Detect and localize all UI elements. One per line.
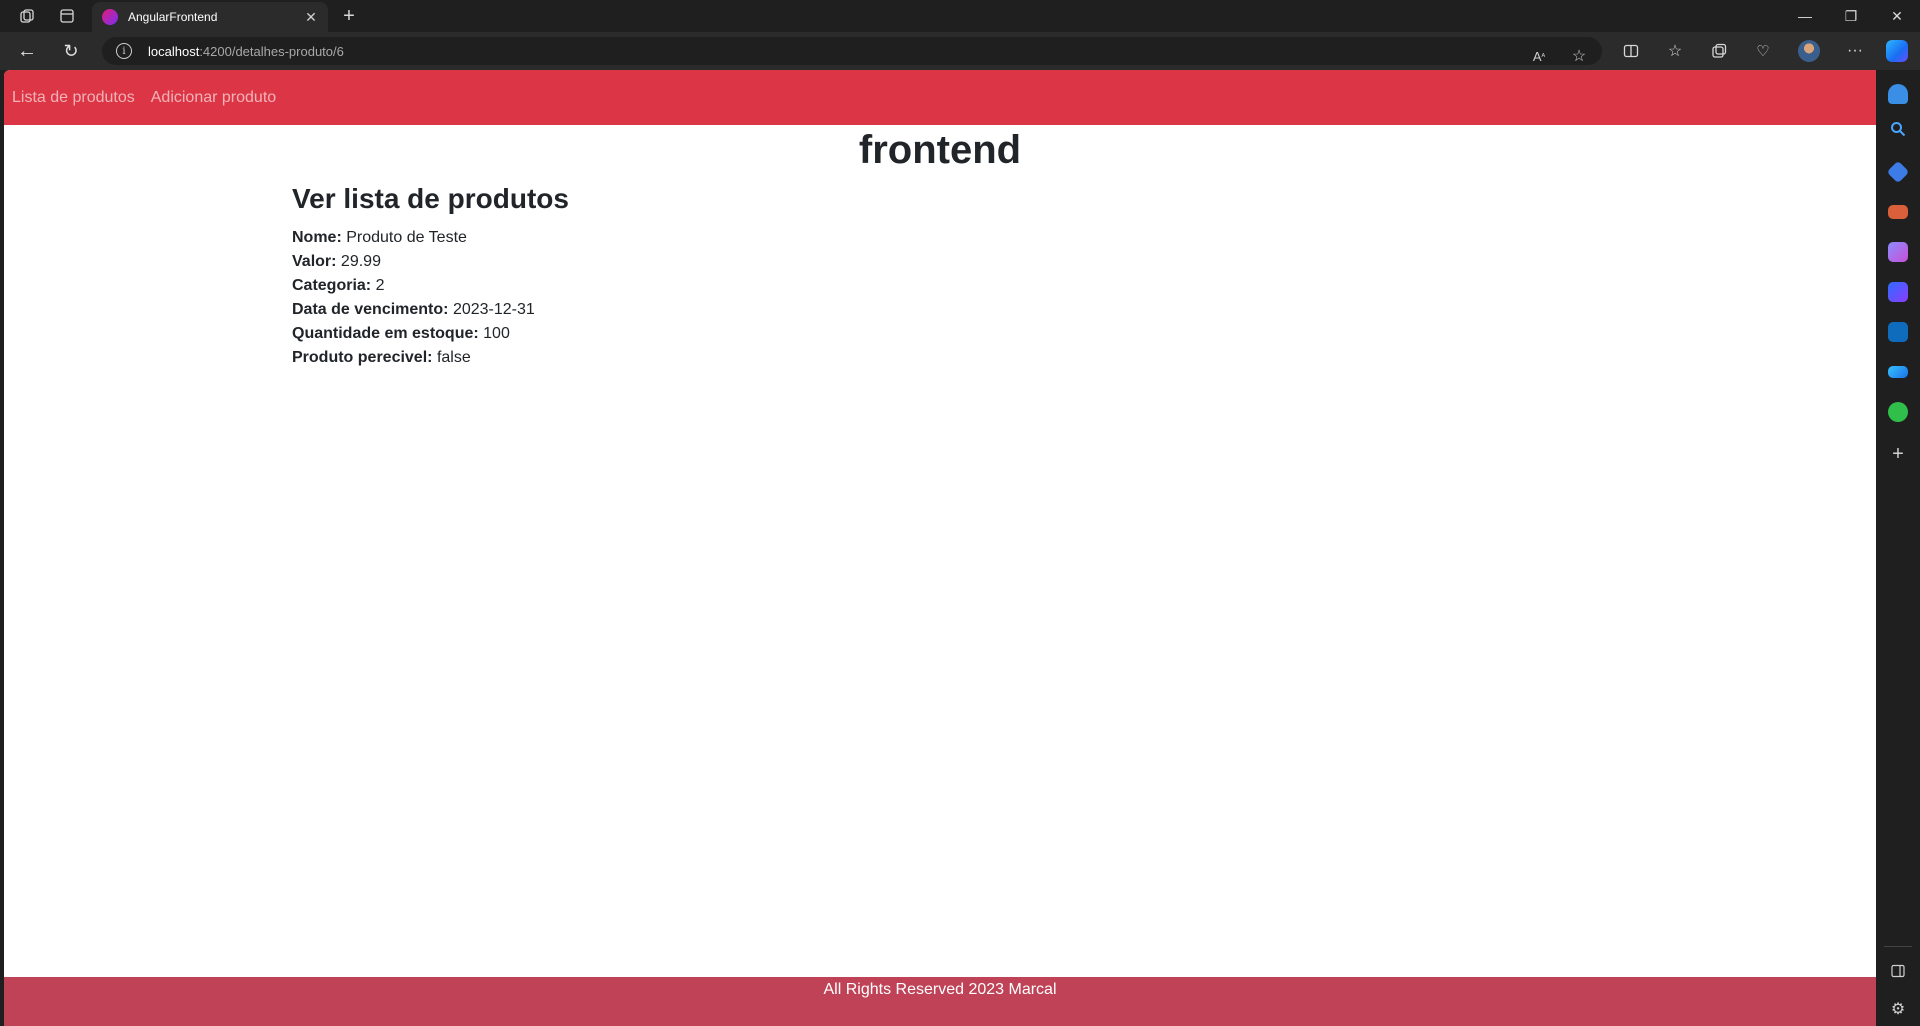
- copilot-icon[interactable]: [1882, 37, 1912, 65]
- nav-link-adicionar-produto[interactable]: Adicionar produto: [151, 89, 276, 107]
- app-title: frontend: [858, 128, 1022, 172]
- new-tab-icon[interactable]: +: [336, 4, 362, 28]
- tree-icon[interactable]: [1888, 402, 1908, 422]
- field-label: Valor:: [292, 252, 337, 270]
- field-value: Produto de Teste: [346, 228, 467, 246]
- field-value: 100: [483, 324, 510, 342]
- browser-toolbar: ← ↻ i localhost :4200/detalhes-produto/6…: [0, 32, 1920, 70]
- minimize-icon[interactable]: —: [1782, 0, 1828, 32]
- nav-link-lista-produtos[interactable]: Lista de produtos: [12, 89, 135, 107]
- field-label: Data de vencimento:: [292, 300, 449, 318]
- field-label: Categoria:: [292, 276, 372, 294]
- search-icon[interactable]: [1886, 118, 1910, 140]
- restore-icon[interactable]: ❐: [1828, 0, 1874, 32]
- url-host: localhost: [148, 43, 200, 59]
- bing-icon[interactable]: [1888, 282, 1908, 302]
- games-icon[interactable]: [1888, 242, 1908, 262]
- tab-actions-icon[interactable]: [54, 4, 80, 28]
- split-screen-icon[interactable]: [1616, 37, 1646, 65]
- app-navbar: Lista de produtos Adicionar produto: [4, 70, 1876, 125]
- sidebar-divider: [1884, 946, 1912, 947]
- url-path: :4200/detalhes-produto/6: [199, 43, 344, 59]
- refresh-icon[interactable]: ↻: [56, 37, 86, 65]
- page-viewport: Lista de produtos Adicionar produto fron…: [4, 70, 1876, 1026]
- profile-avatar[interactable]: [1794, 37, 1824, 65]
- field-value: false: [436, 348, 471, 366]
- edge-sidebar: + ⚙: [1876, 70, 1920, 1026]
- active-tab[interactable]: AngularFrontend ✕: [92, 2, 328, 32]
- field-value: 2: [375, 276, 385, 294]
- field-valor: Valor: 29.99: [292, 250, 1588, 274]
- sidebar-toggle-icon[interactable]: [1886, 960, 1910, 982]
- field-value: 29.99: [340, 252, 381, 270]
- tab-title: AngularFrontend: [128, 10, 218, 24]
- collections-icon[interactable]: [1704, 37, 1734, 65]
- close-tab-icon[interactable]: ✕: [302, 9, 320, 26]
- field-data-vencimento: Data de vencimento: 2023-12-31: [292, 298, 1588, 322]
- read-aloud-icon[interactable]: Aᴬ: [1528, 46, 1550, 66]
- field-label: Nome:: [292, 228, 342, 246]
- angular-favicon-icon: [102, 9, 118, 25]
- address-bar[interactable]: i localhost :4200/detalhes-produto/6 Aᴬ …: [102, 37, 1602, 65]
- site-info-icon[interactable]: i: [116, 43, 132, 59]
- shopping-icon[interactable]: [1886, 160, 1910, 184]
- field-quantidade-estoque: Quantidade em estoque: 100: [292, 322, 1588, 346]
- field-label: Quantidade em estoque:: [292, 324, 479, 342]
- tools-icon[interactable]: [1888, 205, 1908, 219]
- field-categoria: Categoria: 2: [292, 274, 1588, 298]
- browser-essentials-icon[interactable]: ♡: [1748, 37, 1778, 65]
- tab-bar: AngularFrontend ✕ + — ❐ ✕: [0, 0, 1920, 32]
- footer-text: All Rights Reserved 2023 Marcal: [823, 981, 1057, 998]
- close-window-icon[interactable]: ✕: [1874, 0, 1920, 32]
- drop-icon[interactable]: [1888, 366, 1908, 378]
- back-icon[interactable]: ←: [12, 37, 42, 65]
- page-subtitle: Ver lista de produtos: [292, 183, 569, 214]
- field-value: 2023-12-31: [452, 300, 535, 318]
- field-produto-perecivel: Produto perecivel: false: [292, 346, 1588, 370]
- outlook-icon[interactable]: [1888, 322, 1908, 342]
- field-nome: Nome: Produto de Teste: [292, 226, 1588, 250]
- favorites-icon[interactable]: ☆: [1660, 37, 1690, 65]
- settings-icon[interactable]: ⚙: [1886, 998, 1910, 1020]
- favorite-star-icon[interactable]: ☆: [1568, 46, 1590, 66]
- add-icon[interactable]: +: [1886, 443, 1910, 465]
- notifications-icon[interactable]: [1888, 84, 1908, 104]
- page-footer: All Rights Reserved 2023 Marcal: [4, 977, 1876, 1026]
- product-details: Ver lista de produtos Nome: Produto de T…: [292, 182, 1588, 370]
- field-label: Produto perecivel:: [292, 348, 433, 366]
- more-options-icon[interactable]: ···: [1840, 37, 1870, 65]
- workspaces-icon[interactable]: [14, 4, 40, 28]
